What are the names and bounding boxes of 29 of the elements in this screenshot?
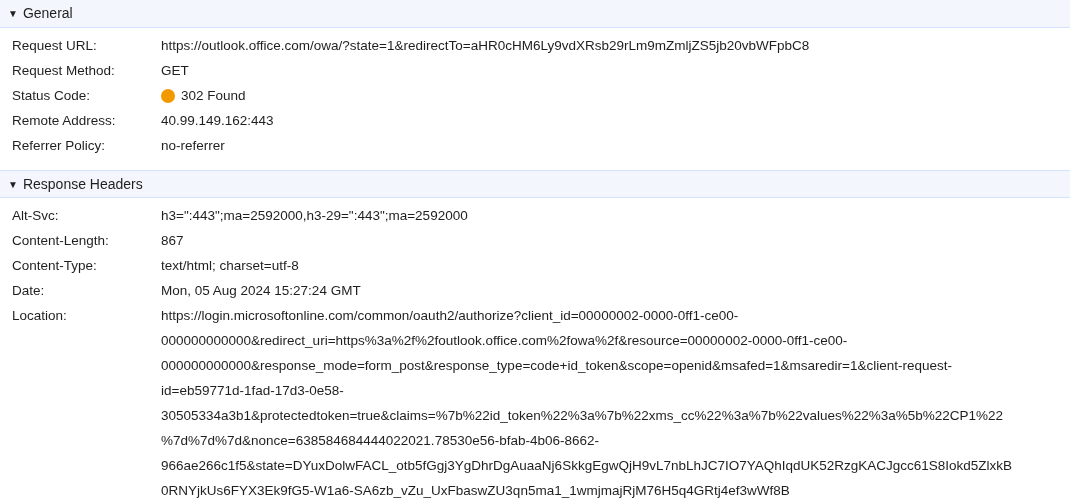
header-value: 40.99.149.162:443 <box>161 112 274 130</box>
header-value: 000000000000&redirect_uri=https%3a%2f%2foutlook.office.com%2fowa%2f&resource=00000002-0000-0ff1-ce00- <box>161 332 849 350</box>
header-name: Alt-Svc: <box>11 207 60 225</box>
header-name: Status Code: <box>11 87 92 105</box>
header-value: h3=":443";ma=2592000,h3-29=":443";ma=2592000 <box>161 207 468 225</box>
section-header[interactable]: ▼ Response Headers <box>0 173 151 195</box>
header-value: %7d%7d%7d&nonce=638584684444022021.78530e56-bfab-4b06-8662- <box>161 432 600 450</box>
header-value: Mon, 05 Aug 2024 15:27:24 GMT <box>161 282 361 300</box>
header-name: Location: <box>11 307 68 325</box>
header-value: GET <box>161 62 189 80</box>
header-value: no-referrer <box>161 137 225 155</box>
header-name: Request URL: <box>11 37 98 55</box>
header-value: 000000000000&response_mode=form_post&response_type=code+id_token&scope=openid&msafed=1&msaredir=1&client-request- <box>161 357 954 375</box>
header-value: 30505334a3b1&protectedtoken=true&claims=%7b%22id_token%22%3a%7b%22xms_cc%22%3a%7b%22values%22%3a%5b%22CP1%22 <box>161 407 1005 425</box>
section-header[interactable]: ▼ General <box>0 3 81 24</box>
header-name: Request Method: <box>11 62 116 80</box>
header-name: Content-Type: <box>11 257 98 275</box>
header-value: text/html; charset=utf-8 <box>161 257 299 275</box>
header-name: Referrer Policy: <box>11 137 107 155</box>
header-value: id=eb59771d-1fad-17d3-0e58- <box>161 382 345 400</box>
header-name: Remote Address: <box>11 112 117 130</box>
header-value: https://outlook.office.com/owa/?state=1&redirectTo=aHR0cHM6Ly9vdXRsb29rLm9mZmljZS5jb20vbWFpbC8 <box>161 37 810 55</box>
header-value: https://login.microsoftonline.com/common/oauth2/authorize?client_id=00000002-0000-0ff1-ce00- <box>161 307 740 325</box>
header-value: 0RNYjkUs6FYX3Ek9fG5-W1a6-SA6zb_vZu_UxFbaswZU3qn5ma1_1wmjmajRjM76H5q4GRtj4ef3wWf8B <box>161 482 791 500</box>
header-name: Date: <box>11 282 46 300</box>
header-name: Content-Length: <box>11 232 110 250</box>
header-value: 966ae266c1f5&state=DYuxDolwFACL_otb5fGgj3YgDhrDgAuaaNj6SkkgEgwQjH9vL7nbLhJC7IO7YAQhIqdUK52RzgKACJgcc61S8Iokd5ZlxkB <box>161 457 1013 475</box>
header-value: 867 <box>161 232 184 250</box>
header-value: 302 Found <box>181 87 246 105</box>
